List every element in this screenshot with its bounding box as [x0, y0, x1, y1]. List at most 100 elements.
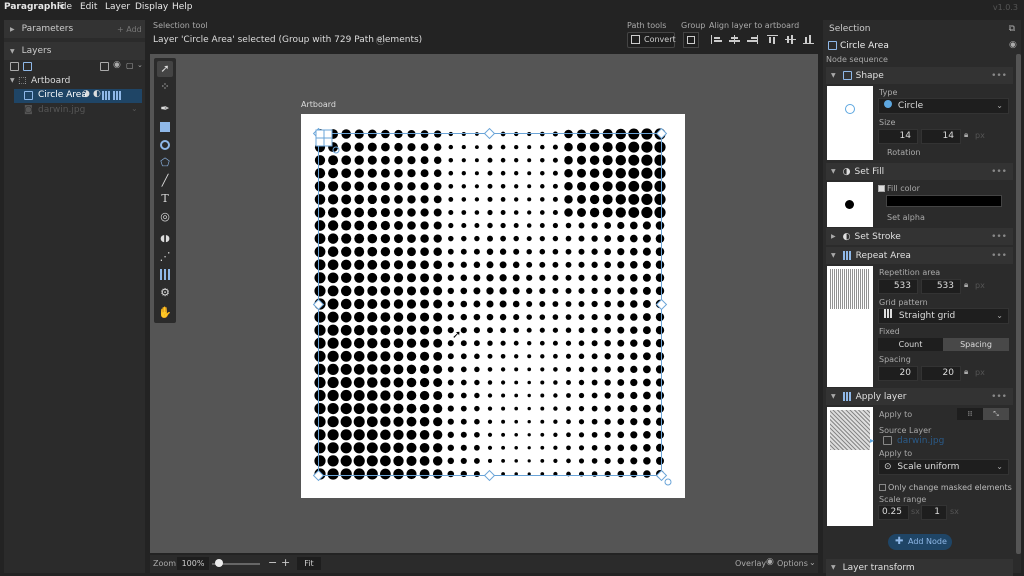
chevron-down-icon[interactable]: ⌄ — [131, 104, 138, 113]
menu-edit[interactable]: Edit — [80, 2, 97, 12]
layer-row-darwin[interactable]: ◙ darwin.jpg ⌄ — [14, 104, 142, 118]
masked-only-checkbox[interactable] — [879, 484, 886, 491]
text-tool-icon[interactable]: T — [157, 191, 173, 207]
path-repeat-tool-icon[interactable]: ⋰ — [157, 249, 173, 265]
zoom-in-button[interactable]: + — [281, 556, 290, 569]
gear-icon[interactable]: ⚙ — [157, 285, 173, 301]
line-tool-icon[interactable]: ╱ — [157, 173, 173, 189]
align-right-icon[interactable] — [747, 35, 758, 44]
align-center-v-icon[interactable] — [785, 35, 796, 44]
fit-button[interactable]: Fit — [297, 557, 321, 570]
polygon-tool-icon[interactable]: ⬠ — [157, 155, 173, 171]
align-top-icon[interactable] — [767, 35, 778, 44]
collapse-icon[interactable]: ▼ — [10, 77, 15, 84]
collapse-icon[interactable]: ▼ — [831, 168, 836, 175]
scale-min-input[interactable]: 0.25 — [878, 505, 909, 520]
layer-transform-header[interactable]: ▼ Layer transform — [826, 559, 1013, 576]
apply-to-path-button[interactable]: ⤡ — [983, 408, 1009, 420]
scrollbar[interactable] — [1016, 54, 1021, 554]
ellipse-tool-icon[interactable] — [157, 137, 173, 153]
more-icon[interactable]: ••• — [991, 392, 1007, 402]
rotation-toggle[interactable]: Rotation — [887, 148, 920, 157]
app-menu[interactable]: Paragraphic — [4, 2, 65, 12]
more-icon[interactable]: ••• — [991, 167, 1007, 177]
add-node-button[interactable]: ✚ Add Node — [888, 534, 952, 550]
repetition-height-input[interactable]: 533 — [921, 279, 961, 294]
radial-tool-icon[interactable]: ◖◗ — [157, 231, 173, 247]
duplicate-icon[interactable] — [100, 62, 109, 71]
spacing-y-input[interactable]: 20 — [921, 366, 961, 381]
source-layer-link[interactable]: darwin.jpg — [897, 436, 944, 446]
repeat-node-header[interactable]: ▼ Repeat Area ••• — [826, 247, 1013, 264]
pen-tool-icon[interactable]: ✒ — [157, 101, 173, 117]
apply-mode-select[interactable]: ⊙ Scale uniform ⌄ — [878, 459, 1009, 475]
menu-help[interactable]: Help — [172, 2, 193, 12]
info-icon[interactable]: ⓘ — [376, 34, 385, 47]
more-icon[interactable]: ••• — [991, 232, 1007, 242]
apply-node-header[interactable]: ▼ Apply layer ••• — [826, 388, 1013, 405]
add-parameter-button[interactable]: + Add — [117, 25, 142, 34]
menu-layer[interactable]: Layer — [105, 2, 130, 12]
stroke-node-header[interactable]: ▶ ◐ Set Stroke ••• — [826, 228, 1013, 245]
new-layer-icon[interactable] — [10, 62, 19, 71]
grid-icon — [884, 309, 893, 318]
menu-file[interactable]: File — [57, 2, 72, 12]
fixed-spacing-button[interactable]: Spacing — [943, 338, 1009, 351]
fill-color-swatch[interactable] — [886, 195, 1002, 207]
selection-box[interactable] — [310, 124, 680, 492]
node-tool-icon[interactable]: ⁘ — [157, 79, 173, 95]
parameters-header[interactable]: ▶ Parameters + Add — [4, 20, 145, 38]
fixed-count-button[interactable]: Count — [878, 338, 943, 351]
rectangle-tool-icon[interactable] — [157, 119, 173, 135]
align-left-icon[interactable] — [711, 35, 722, 44]
expand-icon[interactable]: ▶ — [831, 233, 836, 240]
apply-mode-value: Scale uniform — [897, 462, 960, 472]
lock-icon[interactable]: 🔒︎ — [964, 280, 968, 290]
more-icon[interactable]: ••• — [991, 71, 1007, 81]
size-height-input[interactable]: 14 — [921, 129, 961, 144]
more-icon[interactable]: ••• — [991, 251, 1007, 261]
apply-to-grid-button[interactable]: ⁞⁞ — [957, 408, 983, 420]
shape-node-header[interactable]: ▼ Shape ••• — [826, 67, 1013, 84]
select-tool-icon[interactable]: ➚ — [157, 61, 173, 77]
spacing-x-input[interactable]: 20 — [878, 366, 918, 381]
layer-row-artboard[interactable]: ▼ ⬚ Artboard — [4, 75, 145, 89]
collapse-icon[interactable]: ▼ — [831, 564, 836, 571]
zoom-input[interactable]: 100% — [177, 557, 209, 570]
layer-row-circle-area[interactable]: Circle Area ◑ ◐ — [14, 89, 142, 103]
chevron-down-icon[interactable]: ⌄ — [137, 61, 143, 69]
collapse-icon[interactable]: ▼ — [831, 252, 836, 259]
collapse-icon[interactable]: ▼ — [831, 72, 836, 79]
repetition-width-input[interactable]: 533 — [878, 279, 918, 294]
fill-color-checkbox[interactable] — [878, 185, 885, 192]
zoom-out-button[interactable]: − — [268, 556, 277, 569]
menu-display[interactable]: Display — [135, 2, 168, 12]
zoom-slider-handle[interactable] — [215, 559, 224, 567]
layers-header[interactable]: ▼ Layers — [4, 42, 145, 60]
new-group-icon[interactable] — [23, 62, 32, 71]
shape-type-select[interactable]: Circle ⌄ — [878, 98, 1009, 114]
visibility-icon[interactable]: ◉ — [113, 60, 121, 70]
align-center-h-icon[interactable] — [729, 35, 740, 44]
hand-tool-icon[interactable]: ✋ — [157, 305, 173, 321]
chevron-down-icon[interactable]: ⌄ — [809, 558, 816, 567]
spiral-tool-icon[interactable]: ◎ — [157, 209, 173, 225]
size-width-input[interactable]: 14 — [878, 129, 918, 144]
align-bottom-icon[interactable] — [803, 35, 814, 44]
repeat-title: Repeat Area — [855, 250, 911, 261]
scale-max-input[interactable]: 1 — [921, 505, 947, 520]
fill-node-header[interactable]: ▼ ◑ Set Fill ••• — [826, 163, 1013, 180]
grid-repeat-tool-icon[interactable] — [157, 267, 173, 283]
set-alpha-toggle[interactable]: Set alpha — [887, 213, 925, 222]
options-button[interactable]: Options — [777, 559, 808, 568]
eye-icon[interactable]: ◉ — [1009, 40, 1017, 50]
lock-icon[interactable]: 🔒︎ — [964, 367, 968, 377]
lock-icon[interactable]: 🔒︎ — [964, 130, 968, 140]
convert-button[interactable]: Convert — [627, 32, 676, 48]
grid-pattern-select[interactable]: Straight grid ⌄ — [878, 308, 1009, 324]
group-button[interactable] — [683, 32, 699, 48]
delete-icon[interactable]: ▢ — [126, 61, 134, 70]
collapse-icon[interactable]: ▼ — [831, 393, 836, 400]
eye-icon[interactable]: ◉ — [766, 557, 774, 567]
export-icon[interactable]: ⧉ — [1009, 24, 1015, 34]
